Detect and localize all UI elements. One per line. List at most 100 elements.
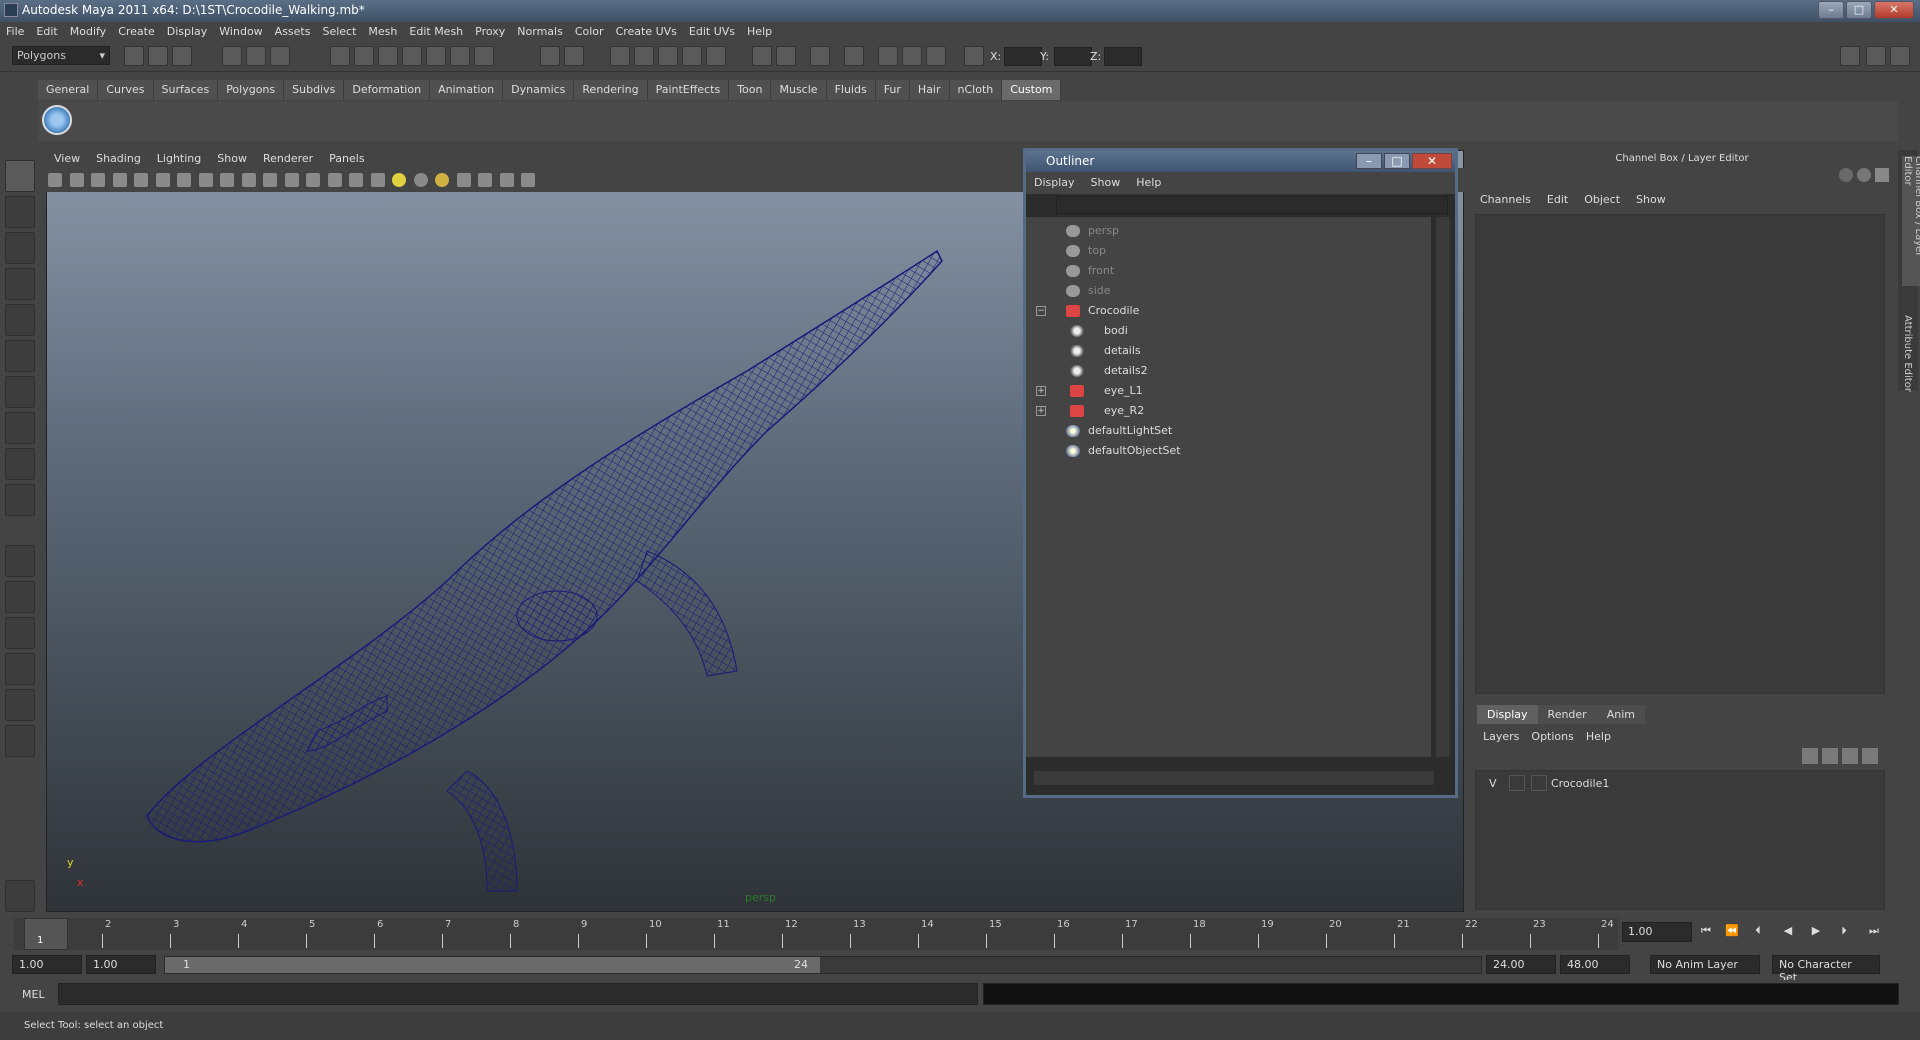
make-live-icon[interactable]: [426, 46, 446, 66]
expand-toggle-icon[interactable]: +: [1036, 386, 1046, 396]
quick-layout-icon[interactable]: [5, 880, 35, 912]
shelf-tab-surfaces[interactable]: Surfaces: [153, 80, 219, 100]
layer-name[interactable]: Crocodile1: [1551, 777, 1609, 790]
isolate-select-icon[interactable]: [456, 173, 471, 187]
y-field[interactable]: [1054, 47, 1092, 66]
layer-row[interactable]: V Crocodile1: [1479, 775, 1879, 793]
shelf-tab-dynamics[interactable]: Dynamics: [503, 80, 575, 100]
layer-menu-options[interactable]: Options: [1525, 727, 1579, 746]
step-back-key-icon[interactable]: ⏴: [1750, 924, 1766, 940]
open-scene-icon[interactable]: [148, 46, 168, 66]
default-light-icon[interactable]: [392, 173, 406, 187]
new-scene-icon[interactable]: [124, 46, 144, 66]
menu-modify[interactable]: Modify: [64, 22, 112, 41]
maximize-button[interactable]: □: [1846, 1, 1872, 19]
help-icon[interactable]: [474, 46, 494, 66]
viewport-menu-show[interactable]: Show: [209, 150, 255, 167]
animation-start-field[interactable]: 1.00: [12, 955, 82, 974]
outliner-maximize-button[interactable]: □: [1384, 153, 1410, 169]
range-handle[interactable]: 1 24: [165, 957, 820, 973]
side-tab-attribute-editor[interactable]: Attribute Editor: [1902, 315, 1913, 395]
range-bar[interactable]: 1 24: [164, 956, 1482, 974]
shelf-tab-animation[interactable]: Animation: [430, 80, 504, 100]
menu-assets[interactable]: Assets: [269, 22, 317, 41]
save-scene-icon[interactable]: [172, 46, 192, 66]
shelf-tab-curves[interactable]: Curves: [98, 80, 154, 100]
wireframe-on-shaded-icon[interactable]: [349, 173, 363, 187]
minimize-button[interactable]: –: [1818, 1, 1844, 19]
channel-menu-show[interactable]: Show: [1628, 190, 1674, 209]
four-view-layout-icon[interactable]: [5, 581, 35, 613]
layout-one-icon[interactable]: [752, 46, 772, 66]
current-time-field[interactable]: 1.00: [1622, 922, 1692, 942]
channel-menu-object[interactable]: Object: [1576, 190, 1628, 209]
step-back-frame-icon[interactable]: ⏪: [1724, 924, 1740, 940]
ipr-render-icon[interactable]: [610, 46, 630, 66]
channel-menu-channels[interactable]: Channels: [1472, 190, 1539, 209]
menu-edit-mesh[interactable]: Edit Mesh: [403, 22, 469, 41]
play-forwards-icon[interactable]: ▶: [1808, 924, 1824, 940]
viewport-menu-panels[interactable]: Panels: [321, 150, 372, 167]
shelf-tab-painteffects[interactable]: PaintEffects: [647, 80, 730, 100]
show-channelbox-icon[interactable]: [1840, 46, 1860, 66]
menu-proxy[interactable]: Proxy: [469, 22, 511, 41]
viewport-menu-lighting[interactable]: Lighting: [149, 150, 209, 167]
menuset-dropdown[interactable]: Polygons ▾: [12, 46, 110, 65]
grid-icon[interactable]: [155, 173, 170, 187]
select-hierarchy-icon[interactable]: [222, 46, 242, 66]
menu-color[interactable]: Color: [569, 22, 610, 41]
go-to-start-icon[interactable]: ⏮: [1698, 924, 1714, 940]
outliner-menu-display[interactable]: Display: [1026, 172, 1083, 193]
persp-graph-layout-icon[interactable]: [5, 653, 35, 685]
shelf-tab-ncloth[interactable]: nCloth: [949, 80, 1003, 100]
shelf-tab-general[interactable]: General: [38, 80, 99, 100]
shelf-tab-muscle[interactable]: Muscle: [771, 80, 827, 100]
lights-icon[interactable]: [706, 46, 726, 66]
mel-input[interactable]: [58, 983, 978, 1005]
xray-icon[interactable]: [478, 173, 492, 187]
create-empty-layer-icon[interactable]: [1842, 748, 1858, 764]
menu-file[interactable]: File: [0, 22, 30, 41]
select-object-icon[interactable]: [246, 46, 266, 66]
render-globals-icon[interactable]: [682, 46, 702, 66]
rotate-tool-icon[interactable]: [5, 304, 35, 336]
single-perspective-layout-icon[interactable]: [5, 545, 35, 577]
scale-tool-icon[interactable]: [5, 340, 35, 372]
shelf-tab-hair[interactable]: Hair: [909, 80, 950, 100]
outliner-item[interactable]: + eye_R2: [1026, 401, 1431, 421]
snap-point-icon[interactable]: [378, 46, 398, 66]
transform-toggle-icon[interactable]: [1839, 168, 1853, 182]
shelf-tab-fur[interactable]: Fur: [875, 80, 910, 100]
channel-menu-edit[interactable]: Edit: [1539, 190, 1576, 209]
layer-tab-anim[interactable]: Anim: [1596, 705, 1645, 724]
outliner-item[interactable]: defaultObjectSet: [1026, 441, 1431, 461]
hypershade-persp-layout-icon[interactable]: [5, 689, 35, 721]
outliner-menu-help[interactable]: Help: [1128, 172, 1169, 193]
menu-display[interactable]: Display: [161, 22, 214, 41]
expand-toggle-icon[interactable]: +: [1036, 406, 1046, 416]
outliner-item[interactable]: top: [1026, 241, 1431, 261]
textured-icon[interactable]: [370, 173, 385, 187]
menu-help[interactable]: Help: [741, 22, 778, 41]
viewport-menu-view[interactable]: View: [46, 150, 88, 167]
playback-start-field[interactable]: 1.00: [86, 955, 156, 974]
viewport-menu-shading[interactable]: Shading: [88, 150, 149, 167]
snap-grid-icon[interactable]: [330, 46, 350, 66]
shelf-tab-subdivs[interactable]: Subdivs: [284, 80, 345, 100]
menu-create-uvs[interactable]: Create UVs: [610, 22, 683, 41]
gate-mask-icon[interactable]: [220, 173, 234, 187]
script-layout-icon[interactable]: [926, 46, 946, 66]
graph-layout-icon[interactable]: [878, 46, 898, 66]
menu-window[interactable]: Window: [213, 22, 268, 41]
universal-manipulator-icon[interactable]: [5, 376, 35, 408]
time-slider[interactable]: 1234567891011121314151617181920212223241: [14, 918, 1618, 950]
go-to-end-icon[interactable]: ⏭: [1866, 924, 1882, 940]
last-tool-icon[interactable]: [5, 484, 35, 516]
anim-layer-dropdown[interactable]: No Anim Layer: [1650, 955, 1760, 974]
select-tool-icon[interactable]: [5, 160, 35, 192]
move-layer-down-icon[interactable]: [1822, 748, 1838, 764]
side-tab-channel-box[interactable]: Channel Box / Layer Editor: [1902, 156, 1920, 286]
layout-four-icon[interactable]: [810, 46, 830, 66]
layer-menu-layers[interactable]: Layers: [1477, 727, 1525, 746]
soft-modification-icon[interactable]: [5, 412, 35, 444]
